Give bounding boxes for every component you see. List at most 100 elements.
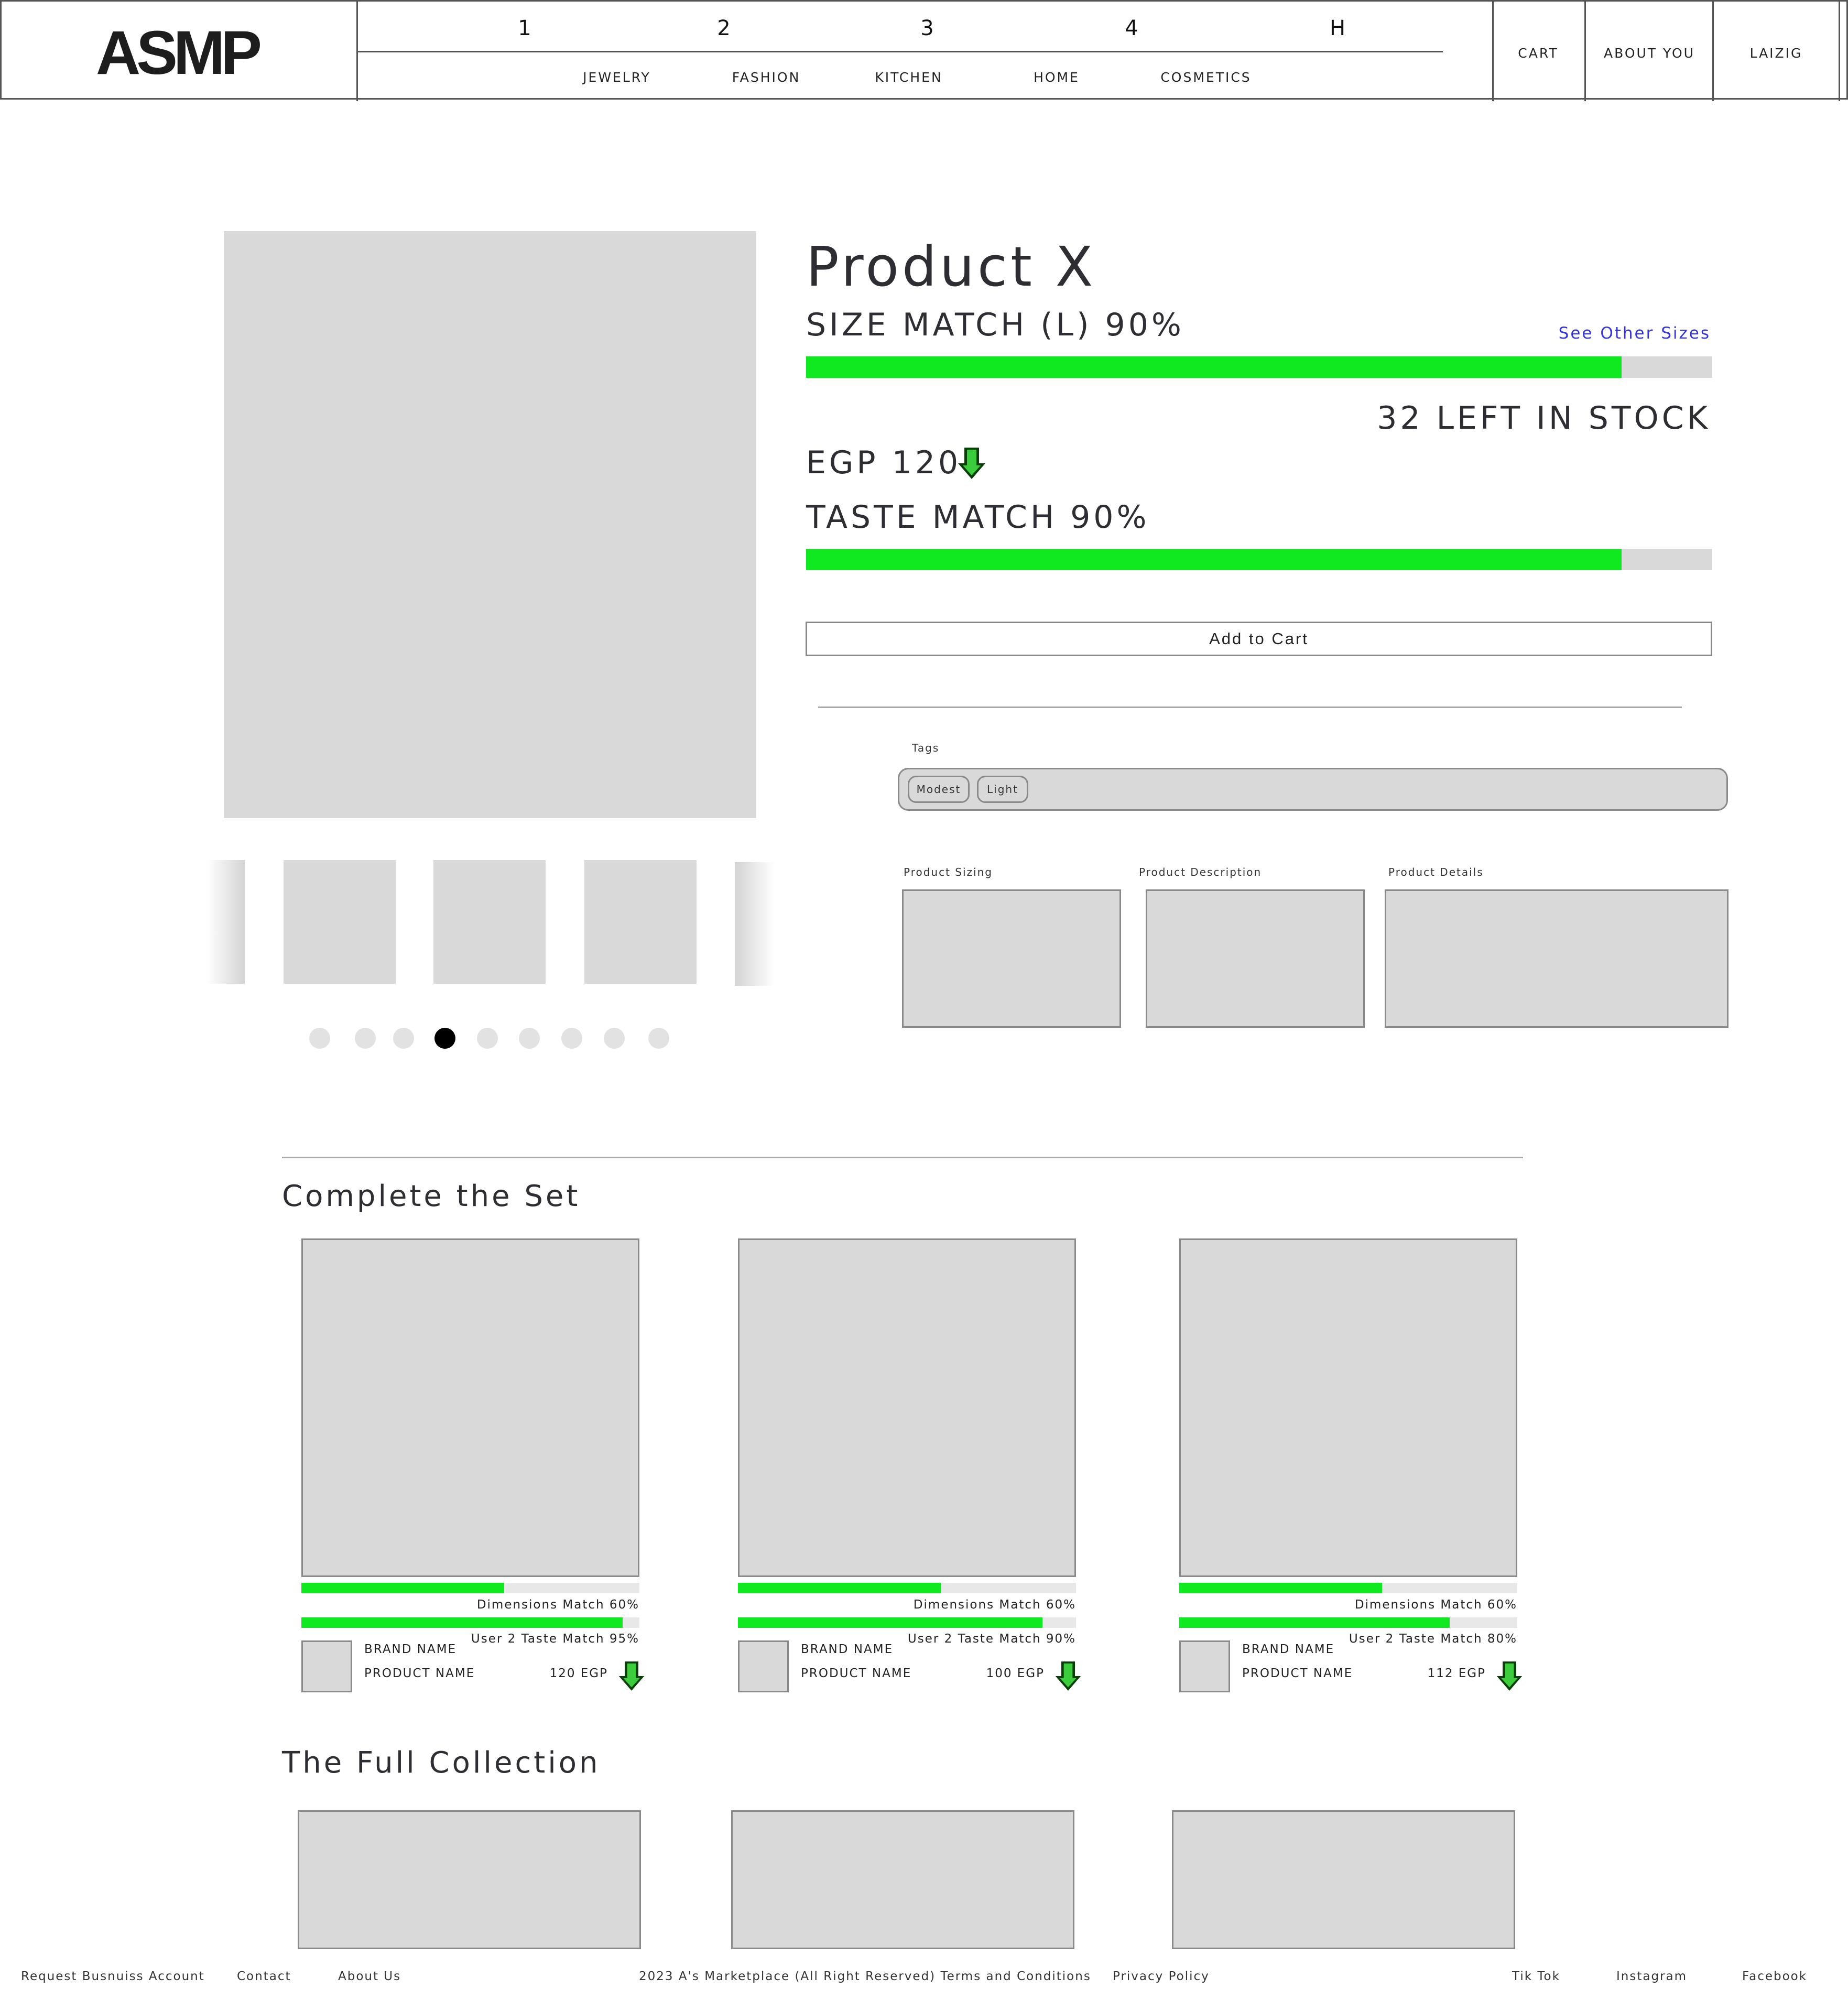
product-details-panel[interactable] [1385, 889, 1729, 1028]
dimensions-match-bar [738, 1583, 1076, 1593]
dimensions-match-bar-fill [301, 1583, 504, 1593]
contact-link[interactable]: Contact [237, 1970, 291, 1983]
dimensions-match-bar-fill [1179, 1583, 1382, 1593]
header-divider [1839, 2, 1840, 101]
instagram-link[interactable]: Instagram [1616, 1970, 1687, 1983]
user-account-link[interactable]: LAIZIG [1750, 46, 1803, 61]
add-to-cart-button[interactable]: Add to Cart [806, 622, 1712, 656]
product-main-image[interactable] [224, 231, 756, 818]
top-navigation-bar: ASMP 1 2 3 4 H JEWELRY FASHION KITCHEN H… [0, 0, 1848, 101]
request-business-account-link[interactable]: Request Busnuiss Account [21, 1970, 205, 1983]
taste-match-bar [738, 1617, 1076, 1628]
thumbnail-image[interactable] [433, 860, 546, 984]
product-description-panel[interactable] [1146, 889, 1365, 1028]
thumbnail-next[interactable] [735, 862, 775, 986]
logo[interactable]: ASMP [96, 17, 262, 89]
copyright-terms-link[interactable]: 2023 A's Marketplace (All Right Reserved… [639, 1970, 1091, 1983]
category-home[interactable]: HOME [1034, 70, 1080, 85]
nav-tab-3[interactable]: 3 [920, 16, 933, 40]
brand-logo[interactable] [1179, 1640, 1230, 1692]
stock-count: 32 LEFT IN STOCK [1377, 400, 1711, 437]
collection-item-image[interactable] [1172, 1810, 1515, 1949]
privacy-policy-link[interactable]: Privacy Policy [1113, 1970, 1210, 1983]
price-drop-arrow-icon [1055, 1661, 1081, 1691]
see-other-sizes-link[interactable]: See Other Sizes [1559, 324, 1711, 343]
section-divider [282, 1157, 1523, 1158]
product-name[interactable]: PRODUCT NAME [1242, 1667, 1353, 1680]
taste-match-label: User 2 Taste Match 80% [1349, 1632, 1517, 1646]
taste-match-bar [1179, 1617, 1517, 1628]
product-title: Product X [806, 235, 1096, 299]
price-drop-arrow-icon [958, 448, 985, 479]
size-match-label: SIZE MATCH (L) 90% [806, 307, 1184, 343]
brand-logo[interactable] [738, 1640, 789, 1692]
category-jewelry[interactable]: JEWELRY [583, 70, 651, 85]
header-tab-divider [358, 51, 1443, 52]
category-cosmetics[interactable]: COSMETICS [1160, 70, 1251, 85]
taste-match-bar-fill [806, 549, 1622, 570]
set-item-image[interactable] [1179, 1238, 1517, 1577]
category-fashion[interactable]: FASHION [732, 70, 801, 85]
thumbnail-image[interactable] [584, 860, 697, 984]
product-price: 120 EGP [549, 1667, 608, 1680]
facebook-link[interactable]: Facebook [1742, 1970, 1807, 1983]
product-description-label: Product Description [1139, 866, 1262, 878]
thumbnail-image[interactable] [284, 860, 396, 984]
price-drop-arrow-icon [618, 1661, 645, 1691]
dimensions-match-bar [1179, 1583, 1517, 1593]
thumbnail-prev[interactable] [207, 860, 245, 984]
product-sizing-panel[interactable] [902, 889, 1121, 1028]
about-us-link[interactable]: About Us [338, 1970, 401, 1983]
header-divider [1712, 2, 1714, 101]
about-you-link[interactable]: ABOUT YOU [1604, 46, 1695, 61]
collection-item-image[interactable] [731, 1810, 1074, 1949]
nav-tab-2[interactable]: 2 [717, 16, 730, 40]
complete-the-set-title: Complete the Set [282, 1179, 581, 1213]
taste-match-bar-fill [1179, 1617, 1450, 1628]
carousel-dot[interactable] [477, 1028, 498, 1049]
tags-label: Tags [912, 742, 940, 754]
size-match-bar-fill [806, 356, 1622, 378]
carousel-dot[interactable] [604, 1028, 625, 1049]
cart-link[interactable]: CART [1518, 46, 1558, 61]
header-divider [1584, 2, 1586, 101]
product-sizing-label: Product Sizing [904, 866, 993, 878]
taste-match-label: TASTE MATCH 90% [806, 499, 1150, 536]
nav-tab-1[interactable]: 1 [518, 16, 531, 40]
carousel-dot-active[interactable] [434, 1028, 455, 1049]
brand-name[interactable]: BRAND NAME [364, 1643, 456, 1656]
product-name[interactable]: PRODUCT NAME [801, 1667, 911, 1680]
tag-chip-modest[interactable]: Modest [908, 776, 970, 803]
set-item-image[interactable] [738, 1238, 1076, 1577]
carousel-dot[interactable] [519, 1028, 540, 1049]
product-price: 112 EGP [1427, 1667, 1486, 1680]
product-details-label: Product Details [1388, 866, 1484, 878]
collection-item-image[interactable] [298, 1810, 641, 1949]
tiktok-link[interactable]: Tik Tok [1512, 1970, 1560, 1983]
taste-match-label: User 2 Taste Match 90% [907, 1632, 1076, 1646]
brand-name[interactable]: BRAND NAME [801, 1643, 893, 1656]
full-collection-title: The Full Collection [282, 1746, 601, 1780]
brand-logo[interactable] [301, 1640, 352, 1692]
brand-name[interactable]: BRAND NAME [1242, 1643, 1334, 1656]
dimensions-match-bar [301, 1583, 639, 1593]
nav-tab-h[interactable]: H [1330, 16, 1345, 40]
set-item-image[interactable] [301, 1238, 639, 1577]
carousel-dot[interactable] [561, 1028, 582, 1049]
taste-match-bar-fill [738, 1617, 1042, 1628]
section-divider [818, 706, 1682, 708]
price-drop-arrow-icon [1496, 1661, 1523, 1691]
category-kitchen[interactable]: KITCHEN [875, 70, 942, 85]
size-match-bar [806, 356, 1712, 378]
carousel-dot[interactable] [393, 1028, 414, 1049]
taste-match-label: User 2 Taste Match 95% [471, 1632, 639, 1646]
header-divider [1492, 2, 1494, 101]
carousel-dot[interactable] [355, 1028, 376, 1049]
product-name[interactable]: PRODUCT NAME [364, 1667, 475, 1680]
dimensions-match-label: Dimensions Match 60% [476, 1598, 639, 1612]
carousel-dot[interactable] [648, 1028, 669, 1049]
tag-chip-light[interactable]: Light [977, 776, 1028, 803]
taste-match-bar [301, 1617, 639, 1628]
nav-tab-4[interactable]: 4 [1125, 16, 1138, 40]
carousel-dot[interactable] [309, 1028, 330, 1049]
